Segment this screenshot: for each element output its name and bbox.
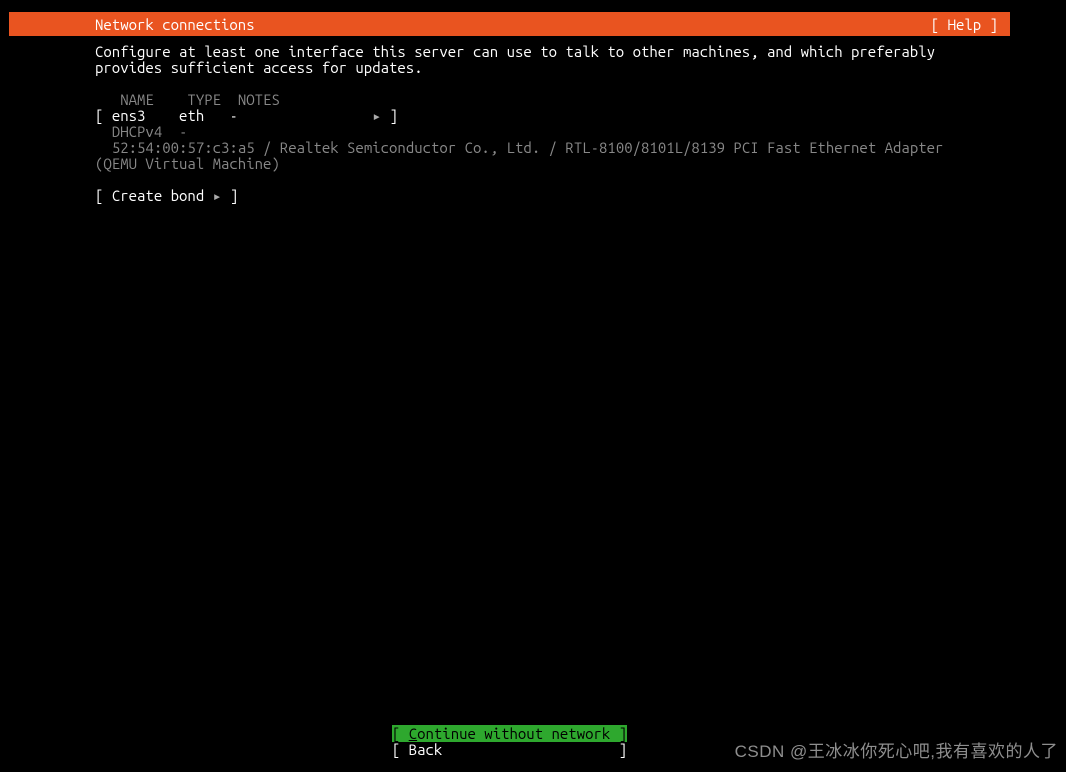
col-header-type: TYPE — [187, 91, 221, 108]
description-line-2: provides sufficient access for updates. — [95, 59, 423, 76]
help-button[interactable]: [ Help ] — [931, 16, 998, 33]
description-line-1: Configure at least one interface this se… — [95, 43, 935, 60]
back-button[interactable]: [ Back ] — [392, 742, 627, 758]
chevron-right-icon: ▸ — [372, 107, 381, 124]
back-label: Back — [409, 741, 443, 758]
dhcp-label: DHCPv4 — [112, 123, 162, 140]
chevron-right-icon: ▸ — [213, 187, 222, 204]
interface-name: ens3 — [112, 107, 146, 124]
col-header-notes: NOTES — [238, 91, 280, 108]
continue-button[interactable]: [ Continue without network ] — [392, 726, 627, 742]
dhcp-value: - — [179, 123, 187, 140]
interface-type: eth — [179, 107, 204, 124]
watermark-text: CSDN @王冰冰你死心吧,我有喜欢的人了 — [735, 737, 1058, 762]
installer-window: Network connections [ Help ] Configure a… — [9, 12, 1010, 764]
page-title: Network connections — [95, 16, 255, 33]
header-bar: Network connections [ Help ] — [9, 12, 1010, 36]
hardware-info: 52:54:00:57:c3:a5 / Realtek Semiconducto… — [112, 139, 944, 156]
create-bond-label: Create bond — [112, 187, 204, 204]
interface-notes: - — [229, 107, 237, 124]
vm-info: (QEMU Virtual Machine) — [95, 155, 280, 172]
interface-row[interactable]: [ ens3 eth - ▸ ] — [95, 107, 398, 124]
content-area: Configure at least one interface this se… — [9, 36, 1010, 764]
col-header-name: NAME — [120, 91, 154, 108]
create-bond-button[interactable]: [ Create bond ▸ ] — [95, 187, 238, 204]
